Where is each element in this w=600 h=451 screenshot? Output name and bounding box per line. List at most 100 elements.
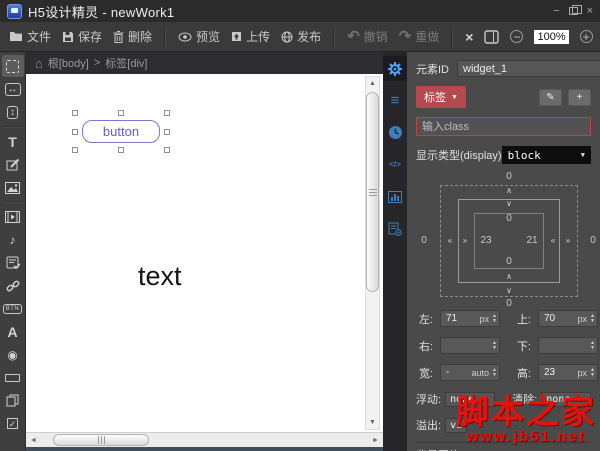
stepper[interactable]: ▲ ▼ [492, 313, 497, 324]
edit-class-button[interactable]: ✎ [539, 88, 562, 106]
zoom-out-button[interactable]: − [510, 30, 524, 43]
sidebar-divider [2, 201, 23, 203]
resize-handle-s[interactable] [118, 147, 124, 153]
width-field[interactable]: - auto ▲ ▼ [440, 364, 500, 381]
canvas-text-widget[interactable]: text [138, 261, 182, 292]
scroll-down-arrow[interactable]: ▼ [366, 416, 379, 429]
margin-bottom-value[interactable]: 0 [506, 299, 512, 309]
scroll-left-arrow[interactable]: ◄ [26, 433, 41, 447]
margin-left-value[interactable]: 0 [421, 236, 427, 246]
right-field[interactable]: ▲ ▼ [440, 337, 500, 354]
tool-list-form[interactable] [1, 251, 25, 274]
height-field[interactable]: 23 px ▲ ▼ [538, 364, 598, 381]
content-left-value[interactable]: 23 [480, 236, 491, 246]
tool-link[interactable] [1, 274, 25, 297]
undo-button[interactable]: ↶ 撤销 [347, 28, 388, 45]
design-canvas[interactable]: button text ▲ ▼ [26, 74, 383, 432]
tool-select[interactable] [1, 55, 24, 77]
chevron-up-icon[interactable]: ∧ [506, 272, 512, 282]
tool-button[interactable]: BTN [1, 297, 25, 320]
padding-top-value[interactable]: 0 [506, 214, 512, 224]
margin-top-value[interactable]: 0 [506, 172, 512, 182]
tool-page[interactable] [1, 389, 25, 412]
redo-button[interactable]: ↷ 重做 [399, 28, 440, 45]
tool-horizontal-resize[interactable]: ↔ [1, 78, 25, 101]
tab-timeline[interactable] [383, 120, 407, 145]
minimize-button[interactable]: − [553, 5, 559, 17]
chevron-up-icon[interactable]: ∧ [506, 186, 512, 196]
tag-dropdown-button[interactable]: 标签 ▼ [416, 86, 466, 108]
bottom-field[interactable]: ▲ ▼ [538, 337, 598, 354]
stepper[interactable]: ▲ ▼ [590, 313, 595, 324]
canvas-button-widget[interactable]: button [82, 120, 160, 143]
home-icon[interactable]: ⌂ [35, 56, 43, 71]
chevron-left-icon[interactable]: « [551, 236, 555, 246]
tool-radio[interactable]: ◉ [1, 343, 25, 366]
delete-button[interactable]: 删除 [113, 28, 152, 45]
class-input[interactable] [416, 117, 591, 136]
vertical-scroll-thumb[interactable] [366, 92, 379, 292]
preview-button[interactable]: 预览 [178, 28, 220, 45]
clear-selection-button[interactable]: × [465, 29, 473, 45]
tab-properties[interactable] [383, 56, 407, 81]
scroll-up-arrow[interactable]: ▲ [366, 77, 379, 90]
breadcrumb-current[interactable]: 标签[div] [105, 55, 147, 71]
resize-handle-n[interactable] [118, 110, 124, 116]
float-select[interactable]: none [445, 391, 495, 407]
horizontal-scrollbar[interactable]: ◄ ► [26, 432, 383, 447]
scroll-right-arrow[interactable]: ► [368, 433, 383, 447]
tag-row: 标签 ▼ ✎ + [416, 86, 591, 108]
resize-handle-e[interactable] [164, 128, 170, 135]
padding-bottom-value[interactable]: 0 [506, 257, 512, 267]
publish-button[interactable]: 发布 [281, 28, 321, 45]
chevron-down-icon[interactable]: ∨ [506, 286, 512, 296]
resize-handle-sw[interactable] [72, 147, 78, 153]
left-field[interactable]: 71 px ▲ ▼ [440, 310, 500, 327]
add-class-button[interactable]: + [568, 88, 591, 106]
upload-button[interactable]: 上传 [231, 28, 270, 45]
tool-vertical-resize[interactable]: ↕ [1, 101, 25, 124]
tab-components[interactable] [383, 216, 407, 241]
display-select[interactable]: block ▼ [501, 146, 591, 164]
vertical-scrollbar[interactable]: ▲ ▼ [365, 76, 380, 430]
clear-select[interactable]: none ▼ [541, 391, 591, 407]
tool-checkbox[interactable]: ✓ [1, 412, 25, 435]
stepper[interactable]: ▲ ▼ [492, 340, 497, 351]
chevron-right-icon[interactable]: » [566, 236, 570, 246]
save-button[interactable]: 保存 [62, 28, 102, 45]
margin-right-value[interactable]: 0 [590, 236, 596, 246]
element-id-input[interactable] [457, 60, 600, 77]
resize-handle-ne[interactable] [164, 110, 170, 116]
tool-form-edit[interactable] [1, 153, 25, 176]
horizontal-scroll-thumb[interactable] [53, 434, 149, 446]
tool-input-field[interactable] [1, 366, 25, 389]
close-button[interactable]: × [587, 5, 593, 17]
file-button[interactable]: 文件 [9, 28, 51, 45]
tab-chart[interactable] [383, 184, 407, 209]
stepper[interactable]: ▲ ▼ [590, 340, 595, 351]
device-view-button[interactable] [484, 29, 500, 44]
tool-text[interactable]: T [1, 130, 25, 153]
chevron-right-icon[interactable]: » [463, 236, 467, 246]
zoom-level[interactable]: 100% [534, 29, 569, 44]
chevron-left-icon[interactable]: « [448, 236, 452, 246]
resize-handle-w[interactable] [72, 128, 78, 135]
breadcrumb-root[interactable]: 根[body] [48, 55, 89, 71]
chevron-down-icon[interactable]: ∨ [506, 199, 512, 209]
restore-button[interactable] [568, 5, 582, 15]
stepper[interactable]: ▲ ▼ [590, 367, 595, 378]
tool-audio[interactable]: ♪ [1, 228, 25, 251]
resize-handle-nw[interactable] [72, 110, 78, 116]
tool-video[interactable] [1, 205, 25, 228]
tool-image[interactable] [1, 176, 25, 199]
horizontal-scroll-track[interactable] [41, 433, 368, 447]
zoom-in-button[interactable]: + [579, 30, 593, 43]
top-field[interactable]: 70 px ▲ ▼ [538, 310, 598, 327]
tab-layers[interactable]: ≡ [383, 88, 407, 113]
overflow-select[interactable]: vi [445, 417, 468, 433]
tab-code[interactable]: </> [383, 152, 407, 177]
tool-font[interactable]: A [1, 320, 25, 343]
resize-handle-se[interactable] [164, 147, 170, 153]
content-right-value[interactable]: 21 [526, 236, 537, 246]
stepper[interactable]: ▲ ▼ [492, 367, 497, 378]
